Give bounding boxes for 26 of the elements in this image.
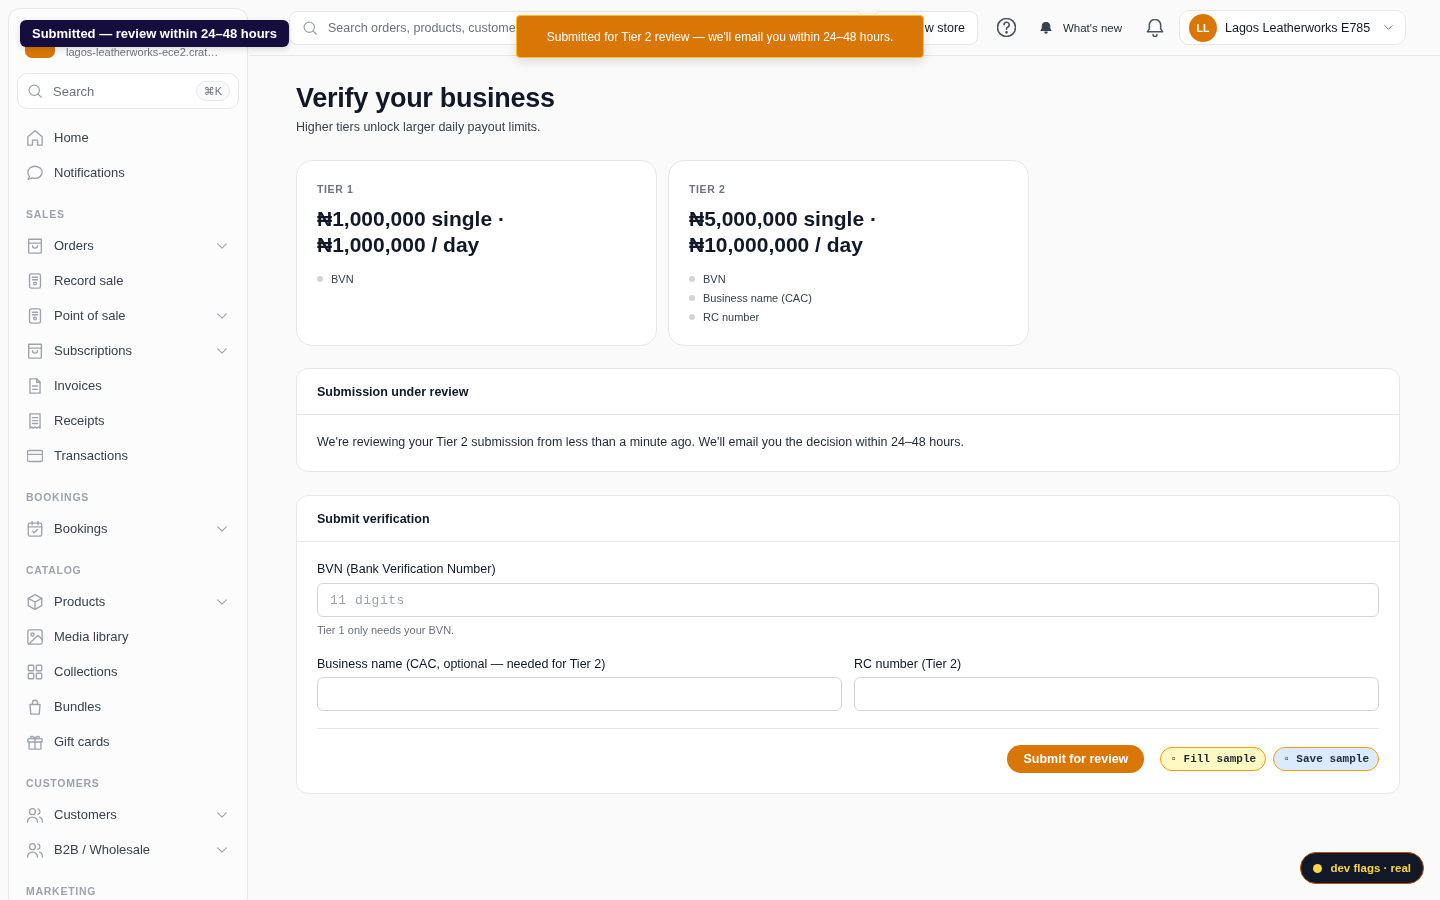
page-subtitle: Higher tiers unlock larger daily payout limits. — [296, 119, 542, 135]
panel-title: Submit verification — [317, 511, 430, 526]
panel-title: Submission under review — [317, 384, 469, 399]
field-label: Business name (CAC, optional — needed for Tier 2) — [317, 656, 607, 672]
field-label: RC number (Tier 2) — [854, 656, 963, 672]
requirement-text: Business name (CAC) — [703, 291, 812, 304]
requirement-text: RC number — [703, 310, 760, 323]
requirement-text: BVN — [331, 272, 354, 285]
section-heading: CATALOG — [25, 563, 83, 578]
review-message: We're reviewing your Tier 2 submission from less than a minute ago. We'll email you the decision within 24–48 hours. — [317, 434, 965, 450]
requirement-text: BVN — [703, 272, 726, 285]
field-hint: Tier 1 only needs your BVN. — [317, 623, 456, 637]
tier-limits: ₦1,000,000 single · ₦1,000,000 / day — [317, 206, 506, 258]
tier-limits: ₦5,000,000 single · ₦10,000,000 / day — [689, 206, 878, 258]
tier-label: TIER 1 — [317, 182, 355, 196]
section-heading: MARKETING — [25, 884, 98, 899]
store-url: lagos-leatherworks-ece2.crat… — [66, 47, 219, 58]
tooltip: Submitted — review within 24–48 hours — [20, 20, 289, 47]
user-avatar: LL — [1189, 13, 1217, 42]
section-heading: SALES — [25, 207, 66, 222]
page-title: Verify your business — [296, 82, 556, 115]
section-heading: CUSTOMERS — [25, 776, 101, 791]
field-label: BVN (Bank Verification Number) — [317, 561, 497, 577]
section-heading: BOOKINGS — [25, 490, 91, 505]
tier-label: TIER 2 — [689, 182, 727, 196]
toast-notification: Submitted for Tier 2 review — we'll email you within 24–48 hours. — [516, 15, 924, 58]
